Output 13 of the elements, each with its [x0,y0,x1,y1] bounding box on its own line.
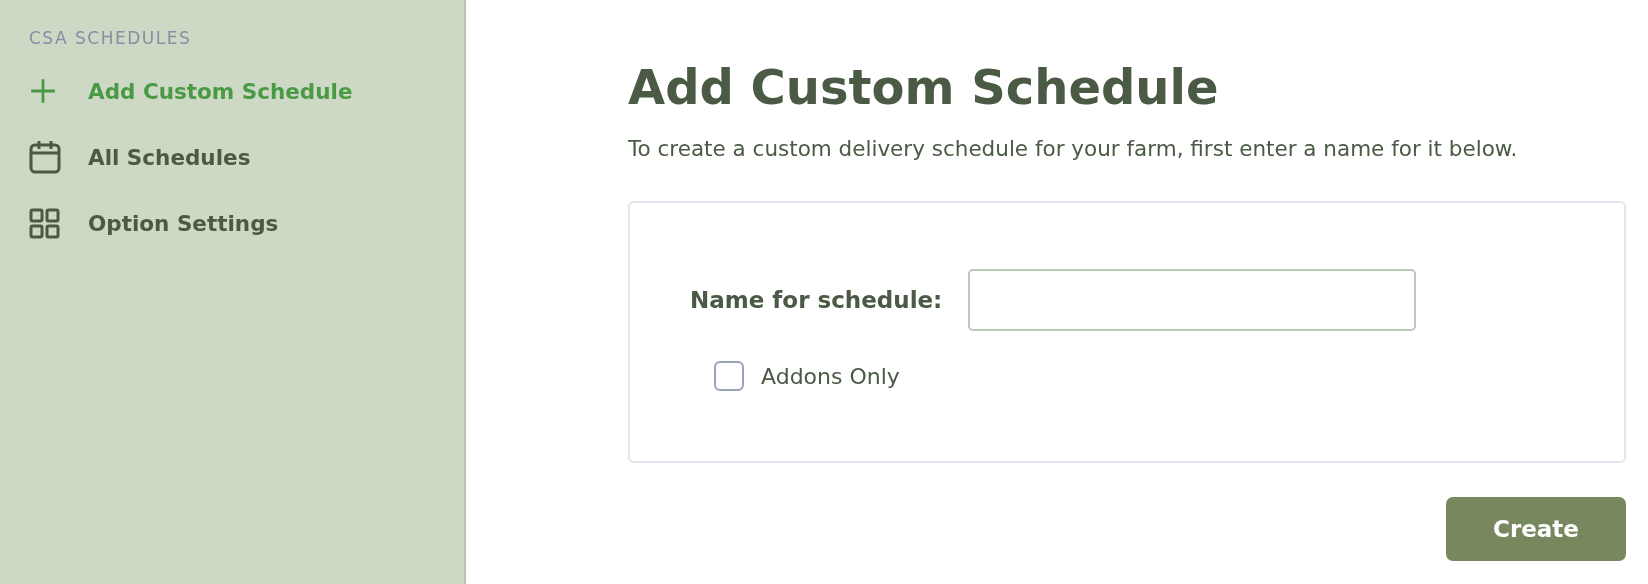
field-label: Name for schedule: [690,287,943,313]
checkbox[interactable] [714,361,744,391]
page-description: To create a custom delivery schedule for your farm, first enter a name for it below. [628,136,1519,161]
page-title: Add Custom Schedule [628,58,1220,117]
sidebar-item[interactable]: All Schedules [29,124,464,190]
sidebar-heading: CSA SCHEDULES [29,28,192,48]
calendar-icon [29,140,61,174]
create-button[interactable]: Create [1446,497,1626,561]
name-input-field[interactable] [968,269,1417,331]
grid-icon [29,207,60,239]
sidebar-item[interactable]: Option Settings [29,190,464,256]
checkbox-label: Addons Only [761,363,900,389]
plus-icon [29,77,57,105]
